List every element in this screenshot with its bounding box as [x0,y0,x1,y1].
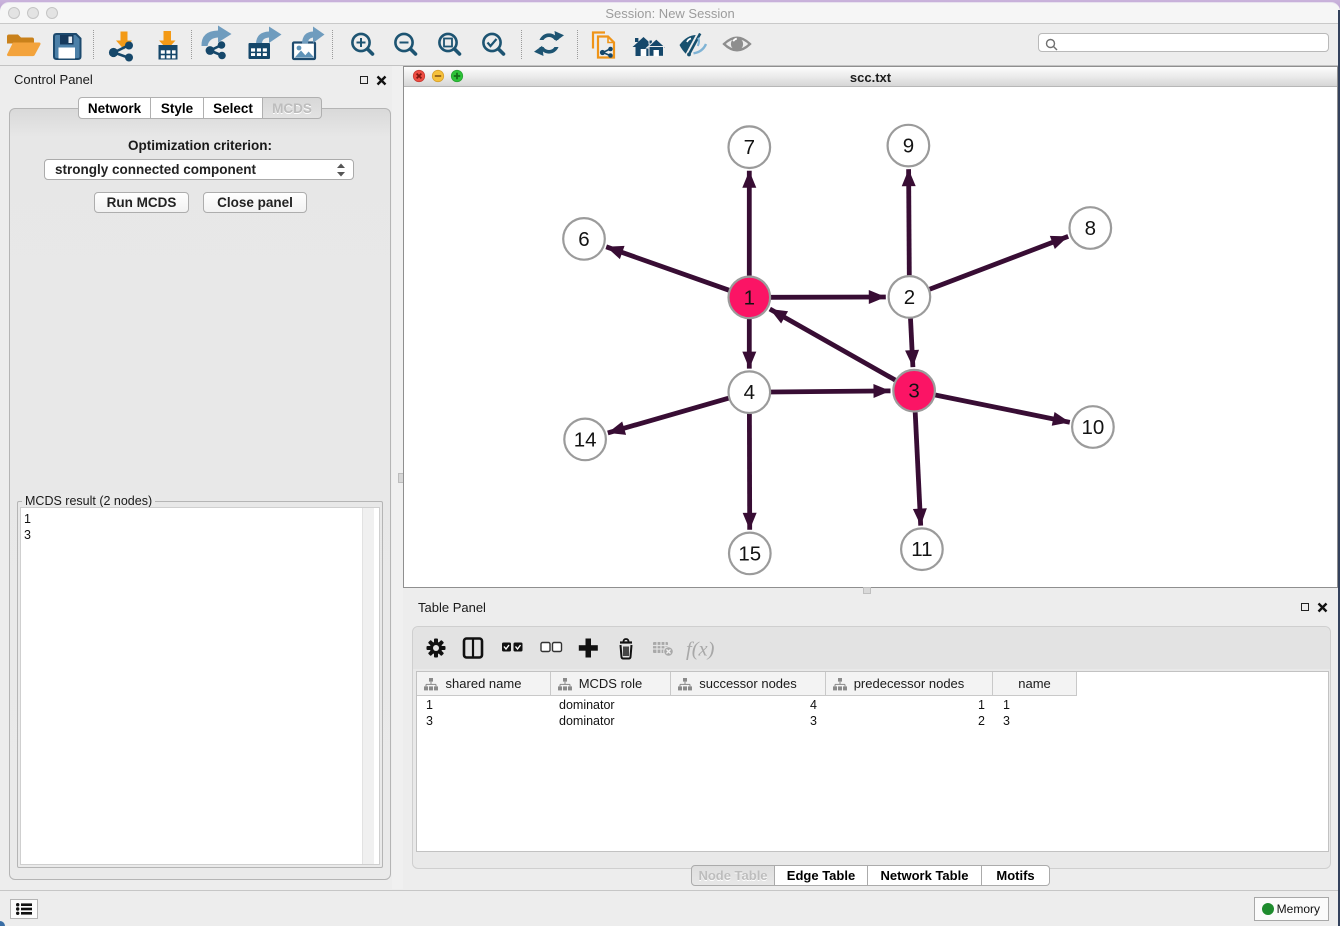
svg-text:7: 7 [744,136,755,159]
svg-text:2: 2 [904,286,915,309]
svg-text:8: 8 [1085,217,1096,240]
svg-text:9: 9 [903,135,914,158]
svg-text:1: 1 [744,286,755,309]
svg-text:4: 4 [744,381,755,404]
svg-text:14: 14 [574,428,597,451]
svg-text:15: 15 [738,542,761,565]
svg-text:6: 6 [578,228,589,251]
svg-text:11: 11 [911,538,932,561]
svg-text:3: 3 [908,380,919,403]
svg-text:10: 10 [1081,416,1104,439]
svg-text:f(x): f(x) [686,639,715,661]
